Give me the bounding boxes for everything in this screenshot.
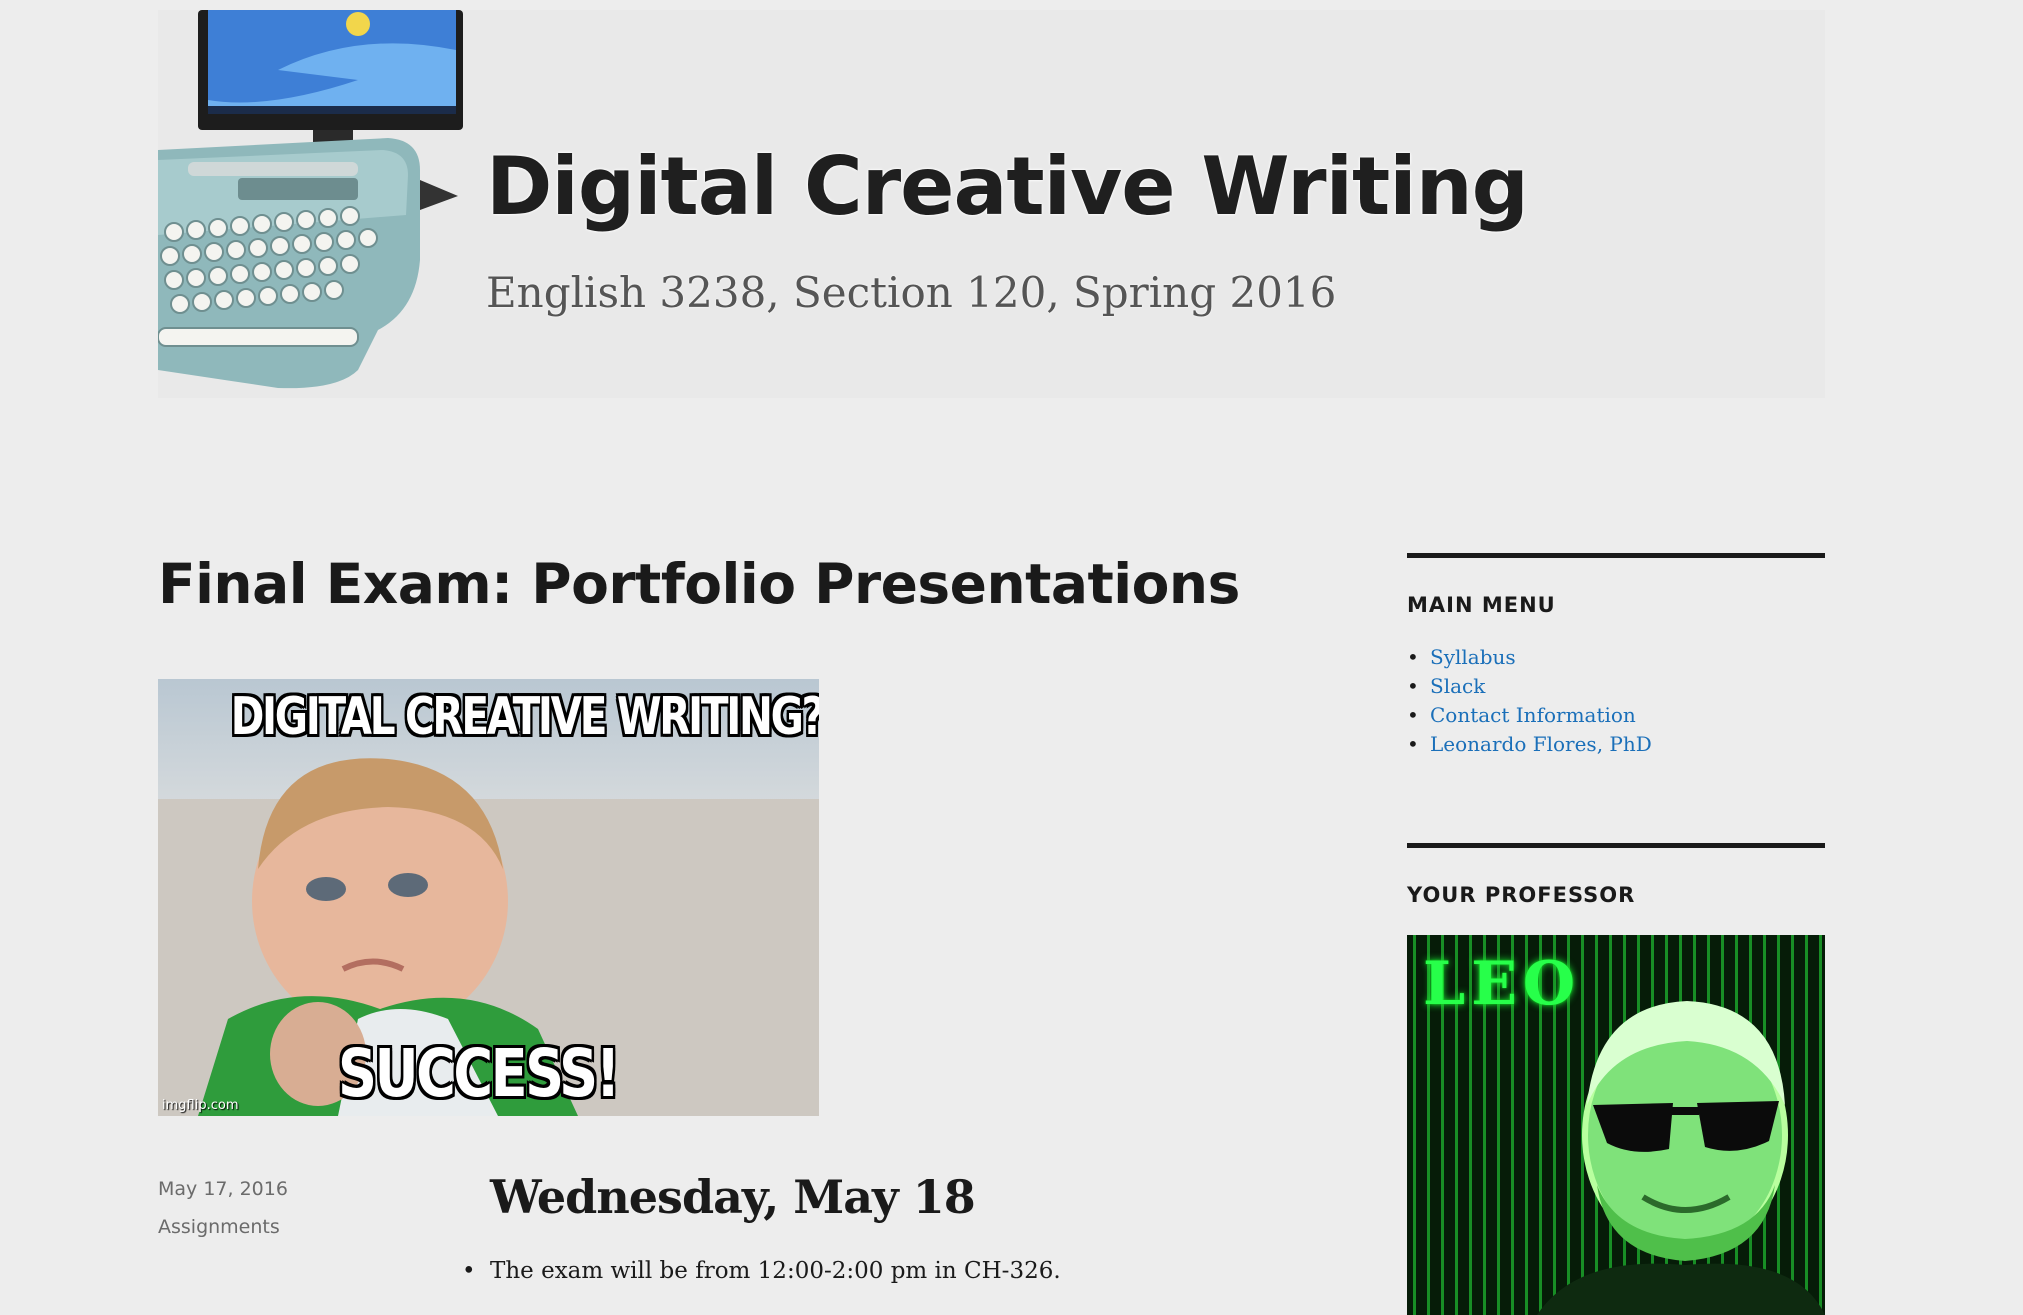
menu-link-syllabus[interactable]: Syllabus [1430, 645, 1516, 669]
post-date[interactable]: May 17, 2016 [158, 1178, 288, 1200]
content-list-item: The exam will be from 12:00-2:00 pm in C… [462, 1258, 1270, 1284]
content-heading: Wednesday, May 18 [490, 1170, 976, 1224]
professor-photo: LEO [1407, 935, 1825, 1315]
meme-bottom-caption: SUCCESS! [338, 1035, 620, 1112]
header-banner[interactable]: Digital Creative Writing English 3238, S… [158, 10, 1825, 398]
menu-link-slack[interactable]: Slack [1430, 674, 1485, 698]
main-menu-widget: MAIN MENU Syllabus Slack Contact Informa… [1407, 553, 1825, 759]
post-meta: May 17, 2016 Assignments [158, 1178, 288, 1254]
featured-image: DIGITAL CREATIVE WRITING? SUCCESS! imgfl… [158, 679, 819, 1116]
post-category[interactable]: Assignments [158, 1216, 288, 1238]
meme-top-caption: DIGITAL CREATIVE WRITING? [230, 687, 819, 747]
menu-item-syllabus: Syllabus [1407, 643, 1825, 672]
post-title: Final Exam: Portfolio Presentations [158, 552, 1240, 616]
content-list: The exam will be from 12:00-2:00 pm in C… [462, 1258, 1270, 1284]
professor-title: YOUR PROFESSOR [1407, 883, 1636, 907]
professor-photo-label: LEO [1423, 949, 1582, 1019]
main-menu-title: MAIN MENU [1407, 593, 1556, 617]
menu-item-contact: Contact Information [1407, 701, 1825, 730]
site-tagline: English 3238, Section 120, Spring 2016 [486, 268, 1337, 317]
meme-watermark: imgflip.com [162, 1098, 239, 1113]
typewriter-monitor-logo [158, 10, 463, 389]
menu-link-contact[interactable]: Contact Information [1430, 703, 1636, 727]
professor-widget: YOUR PROFESSOR LEO [1407, 843, 1825, 1315]
menu-item-professor: Leonardo Flores, PhD [1407, 730, 1825, 759]
post-content: Wednesday, May 18 The exam will be from … [462, 1170, 1270, 1284]
site-title[interactable]: Digital Creative Writing [486, 140, 1529, 233]
main-menu-list: Syllabus Slack Contact Information Leona… [1407, 643, 1825, 759]
menu-item-slack: Slack [1407, 672, 1825, 701]
menu-link-professor[interactable]: Leonardo Flores, PhD [1430, 732, 1652, 756]
